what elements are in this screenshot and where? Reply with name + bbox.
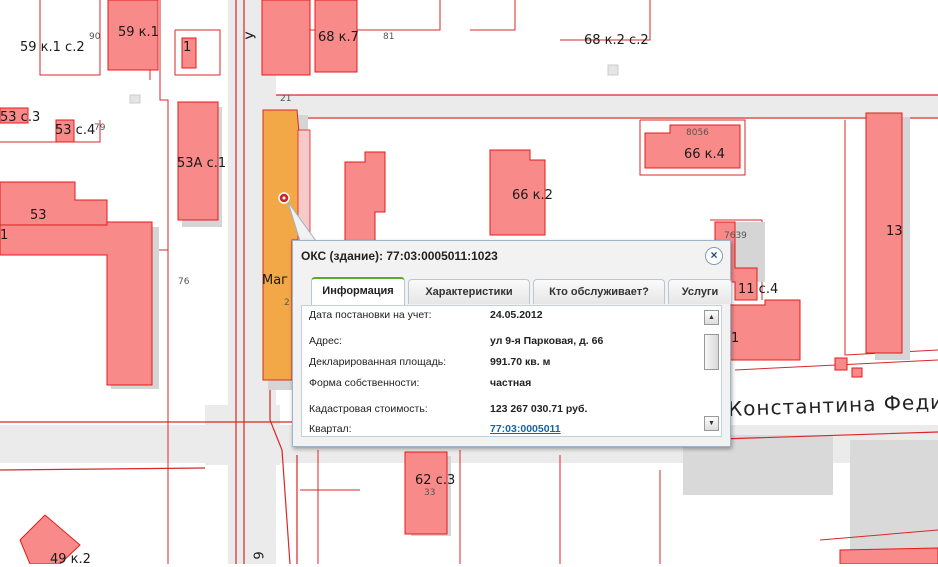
building-label: 68 к.7 xyxy=(318,30,359,45)
building-label: 1 xyxy=(0,228,9,243)
building-label: 68 к.2 с.2 xyxy=(584,33,649,48)
building-label: 11 с.4 xyxy=(738,282,779,297)
info-popup: ОКС (здание): 77:03:0005011:1023 × Инфор… xyxy=(292,240,732,447)
field-address: Адрес: ул 9-я Парковая, д. 66 xyxy=(309,335,603,347)
field-value: 991.70 кв. м xyxy=(490,356,551,368)
building-label: 90 xyxy=(89,32,101,42)
tab-services[interactable]: Услуги xyxy=(668,279,732,304)
building-label: 53 с.3 xyxy=(0,110,41,125)
field-label: Декларированная площадь: xyxy=(309,356,447,368)
field-label: Форма собственности: xyxy=(309,377,420,389)
building-label: 8056 xyxy=(686,128,709,138)
field-quarter: Квартал: 77:03:0005011 xyxy=(309,423,561,435)
building-label: 76 xyxy=(178,277,190,287)
popup-title: ОКС (здание): 77:03:0005011:1023 xyxy=(301,249,498,263)
building-label: 81 xyxy=(383,32,395,42)
tab-information[interactable]: Информация xyxy=(311,277,405,305)
field-cadastral-value: Кадастровая стоимость: 123 267 030.71 руб… xyxy=(309,403,587,415)
selection-marker[interactable] xyxy=(278,192,290,204)
field-label: Дата постановки на учет: xyxy=(309,309,432,321)
quarter-link[interactable]: 77:03:0005011 xyxy=(490,423,561,435)
close-icon[interactable]: × xyxy=(705,247,723,265)
building-label: Маг xyxy=(262,273,289,288)
tab-who-serves[interactable]: Кто обслуживает? xyxy=(533,279,665,304)
field-ownership: Форма собственности: частная xyxy=(309,377,531,389)
field-label: Кадастровая стоимость: xyxy=(309,403,428,415)
street-fragment-label: 9 xyxy=(252,551,268,560)
building-label: 53 с.4 xyxy=(55,123,96,138)
building-label: 2 xyxy=(284,298,290,308)
building-label: 49 к.2 xyxy=(50,552,91,567)
building-label: 66 к.2 xyxy=(512,188,553,203)
building-label: 66 к.4 xyxy=(684,147,725,162)
building-label: 59 к.1 с.2 xyxy=(20,40,85,55)
building-label: 1 xyxy=(183,40,192,55)
field-registration-date: Дата постановки на учет: 24.05.2012 xyxy=(309,309,543,321)
field-declared-area: Декларированная площадь: 991.70 кв. м xyxy=(309,356,550,368)
info-panel[interactable]: Дата постановки на учет: 24.05.2012 Адрес… xyxy=(301,305,722,437)
building-label: 53 xyxy=(30,208,47,223)
building-label: 21 xyxy=(280,94,292,104)
building-label: 53А с.1 xyxy=(177,156,227,171)
field-value: 24.05.2012 xyxy=(490,309,543,321)
building-label: 79 xyxy=(94,123,106,133)
building-label: 59 к.1 xyxy=(118,25,159,40)
field-value: ул 9-я Парковая, д. 66 xyxy=(490,335,604,347)
tab-characteristics[interactable]: Характеристики xyxy=(408,279,530,304)
field-label: Адрес: xyxy=(309,335,342,347)
scroll-thumb[interactable] xyxy=(704,334,719,370)
building-label: 33 xyxy=(424,488,436,498)
field-label: Квартал: xyxy=(309,423,352,435)
scrollbar[interactable]: ▲ ▼ xyxy=(704,310,719,432)
field-value: частная xyxy=(490,377,532,389)
street-fragment-label: У xyxy=(244,31,260,40)
scroll-up-icon[interactable]: ▲ xyxy=(704,310,719,325)
building-label: 1 xyxy=(731,331,740,346)
scroll-down-icon[interactable]: ▼ xyxy=(704,416,719,431)
field-value: 123 267 030.71 руб. xyxy=(490,403,588,415)
building-label: 62 с.3 xyxy=(415,473,456,488)
building-label: 13 xyxy=(886,224,903,239)
